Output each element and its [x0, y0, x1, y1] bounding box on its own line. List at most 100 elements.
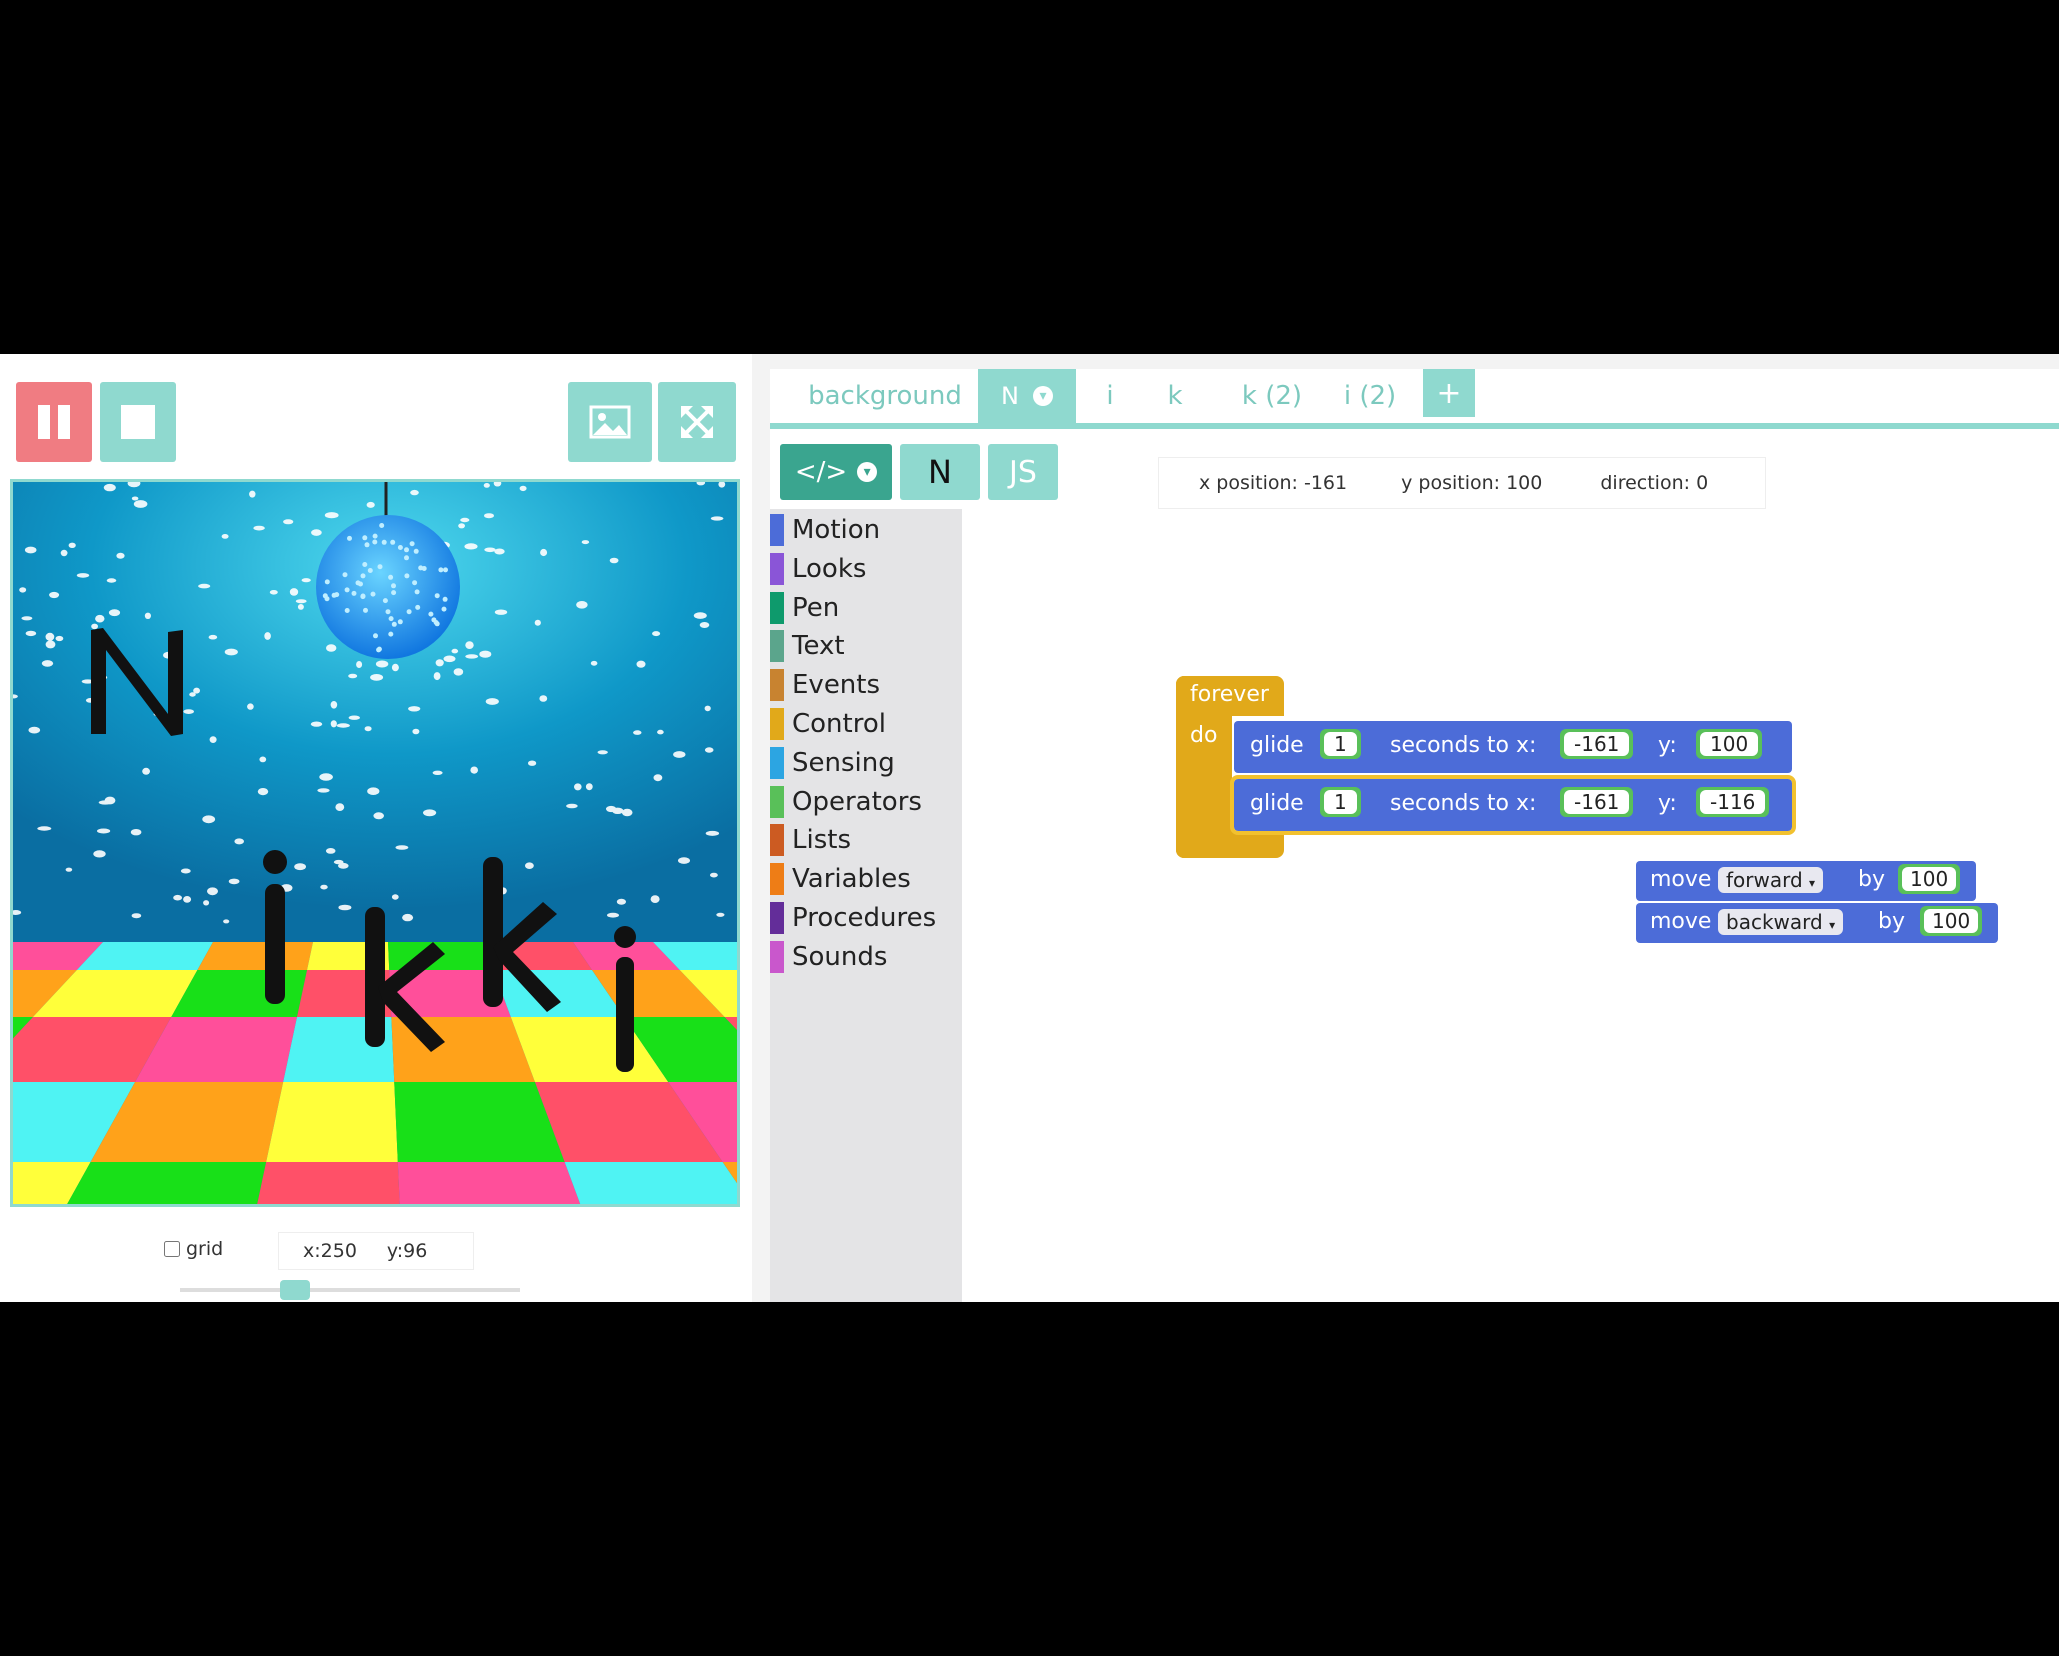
glide-block-selected[interactable]: glide 1 seconds to x: -161 y: -116 [1230, 775, 1796, 835]
tab-n[interactable]: N ▾ [978, 369, 1076, 423]
tab-n-label: N [1001, 382, 1019, 410]
x-position-readout: x position: -161 [1199, 472, 1348, 494]
fullscreen-button[interactable] [658, 382, 736, 462]
category-color-swatch [770, 552, 784, 585]
grid-checkbox[interactable] [164, 1241, 180, 1257]
direction-dropdown-value: forward [1726, 868, 1803, 892]
sprite-position-info: x position: -161 y position: 100 directi… [1158, 457, 1766, 509]
glide-seconds-input[interactable]: 1 [1320, 787, 1361, 817]
glide-seconds-input[interactable]: 1 [1320, 729, 1361, 759]
category-label: Events [792, 670, 881, 701]
panel-divider[interactable] [752, 354, 770, 1302]
glide-x-value[interactable]: -161 [1564, 790, 1630, 814]
category-label: Procedures [792, 903, 937, 933]
glide-y-input[interactable]: -116 [1696, 787, 1770, 817]
move-amount-value[interactable]: 100 [1902, 867, 1957, 891]
category-color-swatch [770, 746, 784, 779]
category-variables[interactable]: Variables [770, 863, 911, 896]
category-label: Looks [792, 553, 867, 584]
category-operators[interactable]: Operators [770, 785, 922, 818]
category-text[interactable]: Text [770, 630, 845, 663]
tab-k[interactable]: k [1150, 369, 1200, 423]
chevron-down-icon: ▾ [1032, 386, 1053, 406]
category-procedures[interactable]: Procedures [770, 902, 937, 934]
forever-label: forever [1190, 682, 1269, 707]
category-color-swatch [770, 863, 784, 896]
seconds-to-x-label: seconds to x: [1390, 791, 1537, 816]
glide-label: glide [1250, 733, 1304, 758]
timeline-slider[interactable] [180, 1280, 520, 1300]
direction-readout: direction: 0 [1600, 472, 1709, 494]
category-color-swatch [770, 785, 784, 818]
fullscreen-icon [681, 406, 713, 438]
stop-button[interactable] [100, 382, 176, 462]
category-pen[interactable]: Pen [770, 591, 840, 624]
glide-x-input[interactable]: -161 [1560, 787, 1634, 817]
category-lists[interactable]: Lists [770, 824, 851, 857]
glide-y-value[interactable]: 100 [1700, 732, 1759, 756]
tab-i[interactable]: i [1088, 369, 1132, 423]
code-icon: </> [794, 457, 848, 487]
block-categories: Motion Looks Pen Text Events Control Sensing Op… [770, 509, 962, 1302]
add-sprite-button[interactable]: + [1423, 369, 1475, 417]
category-color-swatch [770, 708, 784, 740]
direction-dropdown-value: backward [1726, 910, 1823, 934]
mouse-coordinates: x:250 y:96 [278, 1232, 474, 1270]
sprite-code-button[interactable]: N [900, 444, 980, 500]
glide-x-input[interactable]: -161 [1560, 729, 1634, 759]
glide-x-value[interactable]: -161 [1564, 732, 1630, 756]
category-color-swatch [770, 902, 784, 934]
category-sounds[interactable]: Sounds [770, 940, 887, 973]
move-label: move [1650, 909, 1712, 934]
category-motion[interactable]: Motion [770, 514, 880, 546]
category-events[interactable]: Events [770, 669, 881, 702]
tab-background[interactable]: background [800, 369, 970, 423]
category-control[interactable]: Control [770, 708, 886, 740]
by-label: by [1858, 867, 1885, 892]
pause-icon [38, 405, 70, 439]
category-color-swatch [770, 669, 784, 702]
direction-dropdown[interactable]: forward ▾ [1718, 867, 1824, 893]
category-color-swatch [770, 591, 784, 624]
by-label: by [1878, 909, 1905, 934]
category-label: Operators [792, 786, 922, 817]
grid-toggle[interactable]: grid [164, 1238, 223, 1260]
category-label: Pen [792, 592, 840, 623]
y-position-readout: y position: 100 [1401, 472, 1543, 494]
timeline-thumb[interactable] [280, 1280, 310, 1300]
move-label: move [1650, 867, 1712, 892]
category-label: Text [792, 631, 845, 662]
dropdown-arrow-icon: ▾ [1829, 918, 1836, 932]
block-workspace[interactable]: forever do glide 1 seconds to x: -161 y:… [962, 509, 2059, 1302]
glide-block[interactable]: glide 1 seconds to x: -161 y: 100 [1234, 721, 1792, 773]
glide-y-input[interactable]: 100 [1696, 729, 1763, 759]
category-color-swatch [770, 824, 784, 857]
stop-icon [121, 405, 155, 439]
move-forward-block[interactable]: move forward ▾ by 100 [1636, 861, 1976, 901]
category-color-swatch [770, 514, 784, 546]
move-backward-block[interactable]: move backward ▾ by 100 [1636, 903, 1998, 943]
move-amount-input[interactable]: 100 [1898, 864, 1961, 894]
tab-k-2[interactable]: k (2) [1222, 369, 1322, 423]
category-label: Variables [792, 864, 911, 895]
category-looks[interactable]: Looks [770, 552, 867, 585]
category-sensing[interactable]: Sensing [770, 746, 895, 779]
glide-y-value[interactable]: -116 [1700, 790, 1766, 814]
glide-seconds-value[interactable]: 1 [1324, 790, 1357, 814]
js-mode-button[interactable]: JS [988, 444, 1058, 500]
code-mode-button[interactable]: </> ▾ [780, 444, 892, 500]
stage-canvas[interactable] [10, 479, 740, 1207]
tab-i-2[interactable]: i (2) [1330, 369, 1410, 423]
do-label: do [1190, 723, 1218, 748]
background-button[interactable] [568, 382, 652, 462]
category-color-swatch [770, 940, 784, 973]
category-label: Control [792, 709, 886, 739]
pause-button[interactable] [16, 382, 92, 462]
direction-dropdown[interactable]: backward ▾ [1718, 909, 1844, 935]
category-color-swatch [770, 630, 784, 663]
move-amount-value[interactable]: 100 [1924, 909, 1979, 933]
glide-seconds-value[interactable]: 1 [1324, 732, 1357, 756]
move-amount-input[interactable]: 100 [1920, 906, 1983, 936]
mouse-y-readout: y:96 [386, 1240, 428, 1262]
chevron-down-icon: ▾ [857, 462, 878, 482]
